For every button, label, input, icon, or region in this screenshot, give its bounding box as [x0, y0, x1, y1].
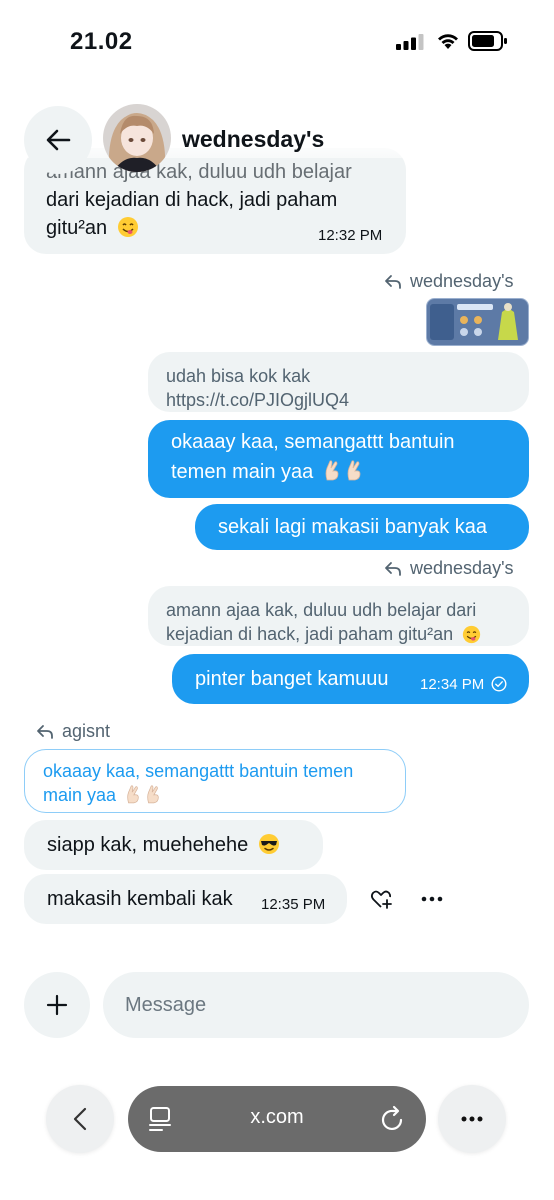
quoted-text-line: main yaa: [43, 783, 387, 807]
incoming-message-text: siapp kak, muehehehe: [47, 834, 249, 856]
incoming-message-partial-line: amann ajaa kak, duluu udh belajar: [46, 161, 352, 183]
outgoing-message-text: sekali lagi makasii banyak kaa: [218, 516, 488, 538]
reply-context: agisnt: [36, 721, 110, 742]
crossed-fingers-emoji-icon: [347, 460, 361, 481]
reply-icon: [385, 561, 401, 576]
outgoing-message-line: okaaay kaa, semangattt bantuin: [171, 431, 455, 453]
avatar[interactable]: [103, 104, 171, 172]
status-time: 21.02: [70, 28, 133, 55]
quoted-text-line: kejadian di hack, jadi paham gitu²an: [166, 622, 511, 646]
reply-context: wednesday's: [384, 558, 514, 579]
reply-to-name: wednesday's: [410, 558, 514, 578]
crossed-fingers-emoji-icon: [147, 785, 159, 804]
crossed-fingers-emoji-icon: [325, 460, 339, 481]
reload-icon[interactable]: [380, 1105, 406, 1133]
message-time: 12:32 PM: [318, 227, 383, 244]
quoted-link[interactable]: https://t.co/PJIOgjlUQ4: [166, 388, 511, 412]
address-bar[interactable]: x.com: [128, 1086, 426, 1152]
outgoing-message-line: temen main yaa: [171, 458, 363, 486]
quoted-message[interactable]: udah bisa kok kak https://t.co/PJIOgjlUQ…: [148, 352, 529, 412]
reply-to-name: agisnt: [62, 721, 111, 741]
plus-icon: [46, 994, 68, 1016]
chevron-left-icon: [73, 1107, 87, 1131]
quoted-message[interactable]: okaaay kaa, semangattt bantuin temen mai…: [24, 749, 406, 813]
signal-icon: [396, 34, 424, 50]
sunglasses-emoji-icon: [258, 834, 279, 854]
reply-icon: [37, 724, 53, 739]
quoted-text-line: amann ajaa kak, duluu udh belajar dari: [166, 600, 477, 620]
outgoing-message-text: temen main yaa: [171, 461, 314, 483]
quoted-text-line: udah bisa kok kak: [166, 366, 311, 386]
wifi-icon: [438, 34, 458, 49]
heart-plus-icon[interactable]: [369, 887, 393, 911]
read-receipt-icon: [491, 676, 507, 692]
battery-icon: [468, 31, 507, 51]
incoming-message-line: dari kejadian di hack, jadi paham: [46, 189, 338, 211]
incoming-message-text: gitu²an: [46, 217, 108, 239]
incoming-message-text: makasih kembali kak: [47, 888, 233, 910]
back-arrow-icon: [46, 129, 71, 151]
quoted-text-line: okaaay kaa, semangattt bantuin temen: [43, 761, 354, 781]
crossed-fingers-emoji-icon: [127, 785, 139, 804]
message-time: 12:35 PM: [261, 896, 326, 913]
message-input[interactable]: [103, 972, 529, 1038]
yum-emoji-icon: [117, 217, 138, 237]
outgoing-message-text: pinter banget kamuuu: [195, 668, 389, 690]
browser-more-button[interactable]: [438, 1085, 506, 1153]
more-icon: [461, 1116, 483, 1122]
back-button[interactable]: [24, 106, 92, 174]
media-thumbnail[interactable]: [426, 298, 529, 346]
conversation-title[interactable]: wednesday's: [182, 126, 324, 153]
message-time: 12:34 PM: [420, 676, 485, 693]
more-icon[interactable]: [421, 895, 443, 903]
reply-context: wednesday's: [384, 271, 514, 292]
add-media-button[interactable]: [24, 972, 90, 1038]
reply-icon: [385, 274, 401, 289]
incoming-message-line: gitu²an: [46, 214, 139, 242]
quoted-message[interactable]: amann ajaa kak, duluu udh belajar dari k…: [148, 586, 529, 646]
incoming-message-line: siapp kak, muehehehe: [47, 831, 280, 859]
browser-back-button[interactable]: [46, 1085, 114, 1153]
reply-to-name: wednesday's: [410, 271, 514, 291]
yum-emoji-icon: [463, 625, 481, 644]
